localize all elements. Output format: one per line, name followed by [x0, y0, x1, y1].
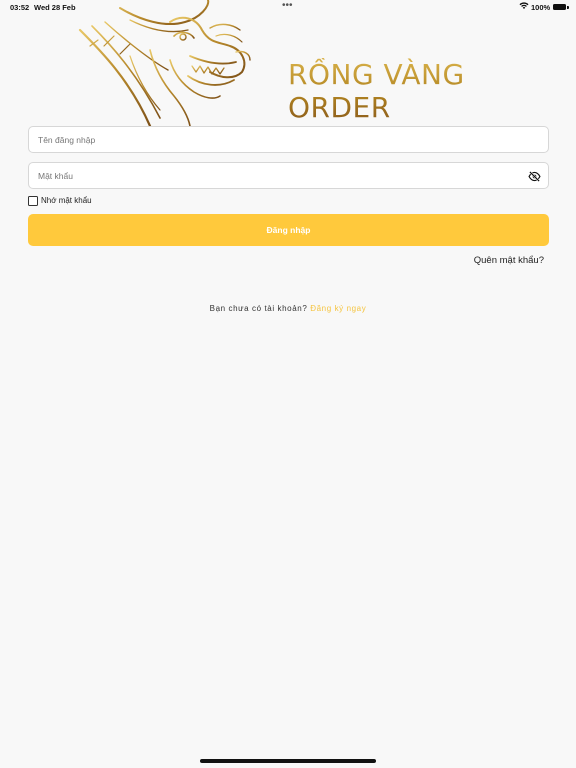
home-indicator[interactable]	[200, 759, 376, 763]
remember-password[interactable]: Nhớ mật khẩu	[28, 195, 92, 206]
dragon-logo-icon	[78, 0, 251, 126]
username-input[interactable]	[29, 127, 548, 152]
login-button[interactable]: Đăng nhập	[28, 214, 549, 246]
signup-prompt-text: Bạn chưa có tài khoản?	[209, 304, 308, 313]
remember-label: Nhớ mật khẩu	[41, 196, 92, 205]
signup-prompt: Bạn chưa có tài khoản? Đăng ký ngay	[0, 304, 576, 313]
signup-link[interactable]: Đăng ký ngay	[310, 304, 366, 313]
brand-title: RỒNG VÀNG ORDER	[288, 58, 576, 124]
eye-slash-icon[interactable]	[528, 170, 541, 183]
forgot-password-link[interactable]: Quên mật khẩu?	[474, 255, 544, 266]
brand-header: RỒNG VÀNG ORDER	[0, 0, 576, 126]
password-field[interactable]	[28, 162, 549, 189]
username-field[interactable]	[28, 126, 549, 153]
password-input[interactable]	[29, 163, 548, 188]
remember-checkbox[interactable]	[28, 195, 38, 206]
